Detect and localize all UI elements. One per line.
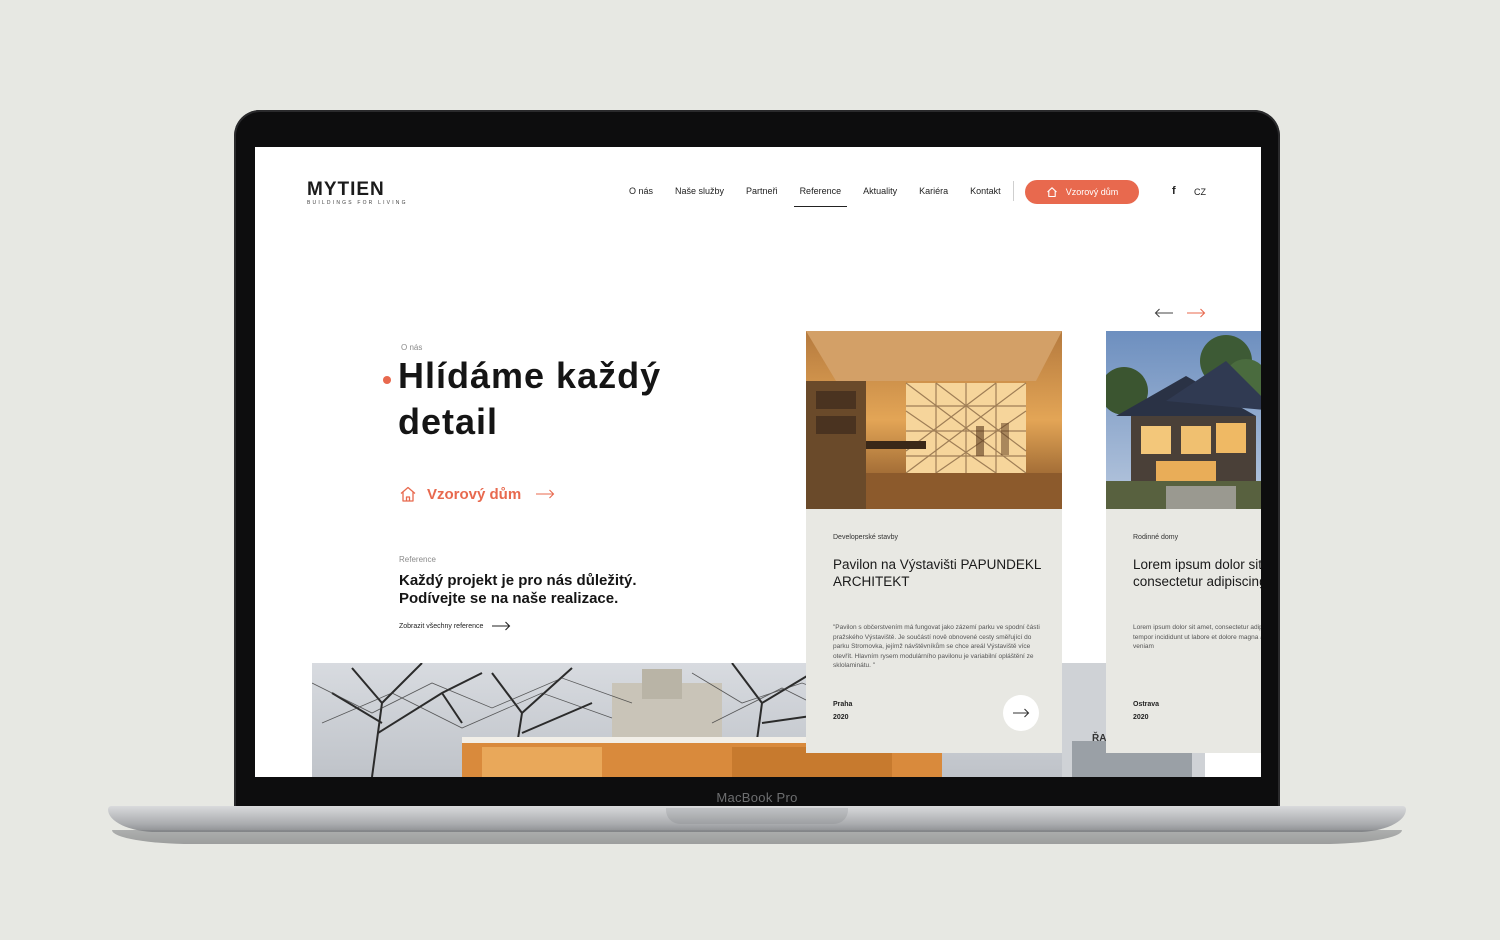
nav-item-o-nas[interactable]: O nás <box>629 186 653 202</box>
nav-item-kontakt[interactable]: Kontakt <box>970 186 1001 202</box>
nav-item-reference[interactable]: Reference <box>793 186 847 207</box>
hero-eyebrow: O nás <box>401 343 423 352</box>
site-logo[interactable]: MYTIEN BUILDINGS FOR LIVING <box>307 180 408 206</box>
card-open-button[interactable] <box>1003 695 1039 731</box>
device-label: MacBook Pro <box>716 790 798 805</box>
browser-screen: MYTIEN BUILDINGS FOR LIVING O nás Naše s… <box>255 147 1261 777</box>
home-icon <box>400 486 416 502</box>
card-category: Developerské stavby <box>833 534 898 541</box>
pavilion-photo: ŘAROL <box>312 663 1205 777</box>
nav-item-partneri[interactable]: Partneři <box>746 186 778 202</box>
language-switch[interactable]: CZ <box>1194 187 1206 197</box>
card-photo-interior <box>806 331 1062 509</box>
hero-vzorovy-dum-link[interactable]: Vzorový dům <box>399 485 555 503</box>
laptop-base-shadow <box>112 830 1402 844</box>
card-year: 2020 <box>1133 714 1149 721</box>
nav-divider <box>1013 181 1014 201</box>
logo-tagline: BUILDINGS FOR LIVING <box>307 200 408 206</box>
arrow-right-icon <box>1013 708 1030 718</box>
card-photo-house <box>1106 331 1261 509</box>
laptop-notch <box>666 808 848 824</box>
card-year: 2020 <box>833 714 849 721</box>
hero-title: Hlídáme každý detail <box>398 355 662 442</box>
reference-heading: Každý projekt je pro nás důležitý. Podív… <box>399 572 637 607</box>
slider-prev-arrow-icon[interactable] <box>1154 308 1174 318</box>
reference-card[interactable]: Rodinné domy Lorem ipsum dolor sit amet,… <box>1106 331 1261 753</box>
nav-item-aktuality[interactable]: Aktuality <box>863 186 897 202</box>
card-category: Rodinné domy <box>1133 534 1179 541</box>
card-description: "Pavilon s občerstvením má fungovat jako… <box>833 624 1040 669</box>
main-nav: O nás Naše služby Partneři Reference Akt… <box>629 186 1023 207</box>
home-icon <box>1046 187 1057 198</box>
card-city: Praha <box>833 701 853 708</box>
accent-dot <box>383 376 391 384</box>
reference-eyebrow: Reference <box>399 555 436 564</box>
card-title: Pavilon na Výstavišti PAPUNDEKL ARCHITEK… <box>833 557 1041 589</box>
cta-label: Vzorový dům <box>1065 187 1119 197</box>
vzorovy-dum-button[interactable]: Vzorový dům <box>1025 180 1139 204</box>
show-all-references-link[interactable]: Zobrazit všechny reference <box>399 621 511 631</box>
logo-wordmark: MYTIEN <box>307 179 385 200</box>
facebook-icon[interactable]: f <box>1172 185 1176 197</box>
arrow-right-icon <box>536 489 555 499</box>
card-city: Ostrava <box>1133 701 1160 708</box>
arrow-right-icon <box>492 621 511 631</box>
card-title: Lorem ipsum dolor sit amet, consectetur … <box>1133 557 1261 589</box>
nav-item-kariera[interactable]: Kariéra <box>919 186 948 202</box>
nav-item-nase-sluzby[interactable]: Naše služby <box>675 186 724 202</box>
slider-next-arrow-icon[interactable] <box>1186 308 1206 318</box>
card-description: Lorem ipsum dolor sit amet, consectetur … <box>1133 624 1261 650</box>
reference-card[interactable]: Developerské stavby Pavilon na Výstavišt… <box>806 331 1062 753</box>
hero-link-label: Vzorový dům <box>427 485 522 503</box>
show-all-references-label: Zobrazit všechny reference <box>399 622 484 630</box>
